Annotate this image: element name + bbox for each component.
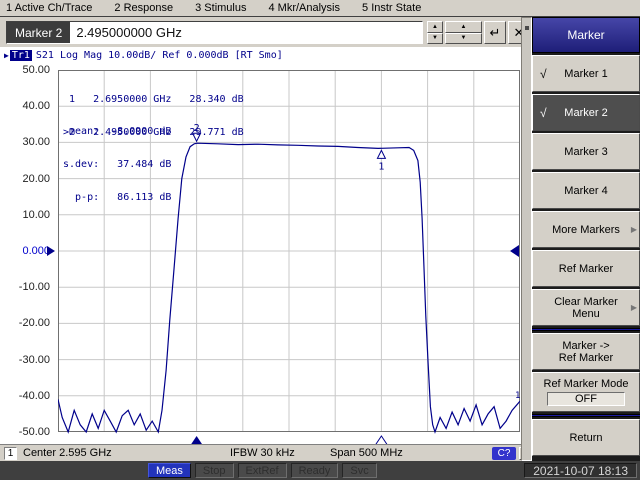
y-axis-tick-label: 0.000 [2, 245, 50, 257]
status-stop: Stop [195, 463, 234, 478]
softkey-clear-marker-menu[interactable]: Clear Marker Menu ▶ [532, 289, 640, 326]
softkey-more-markers[interactable]: More Markers ▶ [532, 211, 640, 248]
spin-up-large-icon[interactable]: ▲ [445, 21, 482, 33]
softkey-marker-3[interactable]: Marker 3 [532, 133, 640, 170]
softkey-label-2: Menu [572, 308, 600, 320]
y-axis-labels: 50.00 40.00 30.00 20.00 10.00 0.000 -10.00 -20.… [0, 47, 54, 444]
marker-glyph-icon [377, 150, 385, 158]
status-extref: ExtRef [238, 463, 287, 478]
stat-mean: mean: -8.0900 dB [63, 126, 171, 137]
marker-frequency-input[interactable]: 2.495000000 GHz [70, 22, 422, 43]
trace-end-number: 1 [515, 391, 520, 401]
marker-number-label: 1 [378, 161, 384, 172]
status-meas: Meas [148, 463, 191, 478]
entry-toolbar: Marker 2 2.495000000 GHz ▲ ▼ ▲ ▼ ↵ ✕ [0, 18, 532, 47]
stat-sdev: s.dev: 37.484 dB [63, 159, 171, 170]
softkey-ref-marker-mode[interactable]: Ref Marker Mode OFF [532, 372, 640, 412]
softkey-marker-to-ref-marker[interactable]: Marker -> Ref Marker [532, 333, 640, 370]
instrument-status-bar: Meas Stop ExtRef Ready Svc 2021-10-07 18… [0, 461, 640, 480]
softkey-return[interactable]: Return [532, 419, 640, 456]
softkey-label-2: Ref Marker [559, 352, 613, 364]
softkey-label: Marker -> [562, 340, 609, 352]
y-axis-tick-label: 30.00 [2, 136, 50, 148]
submenu-arrow-icon: ▶ [631, 302, 637, 314]
softkey-menu-title: Marker [532, 17, 640, 53]
menubar: 1 Active Ch/Trace 2 Response 3 Stimulus … [0, 0, 640, 17]
softkey-label: Marker 4 [564, 185, 607, 197]
ref-level-arrow-right-icon [510, 245, 519, 257]
y-axis-tick-label: 20.00 [2, 173, 50, 185]
softkey-marker-1[interactable]: √ Marker 1 [532, 55, 640, 92]
menu-instr-state[interactable]: 5 Instr State [362, 2, 421, 14]
y-axis-tick-label: 50.00 [2, 64, 50, 76]
status-ready: Ready [291, 463, 339, 478]
softkey-label: More Markers [552, 224, 620, 236]
spin-down-small-icon[interactable]: ▼ [427, 33, 443, 45]
y-axis-tick-label: -30.00 [2, 354, 50, 366]
marker-entry-field: Marker 2 2.495000000 GHz [6, 21, 423, 44]
softkey-marker-4[interactable]: Marker 4 [532, 172, 640, 209]
trace-format-text: S21 Log Mag 10.00dB/ Ref 0.000dB [RT Smo… [36, 50, 283, 61]
ifbw-label: IFBW 30 kHz [230, 447, 295, 459]
graticule-area: ▶Tr1S21 Log Mag 10.00dB/ Ref 0.000dB [RT… [0, 47, 521, 444]
softkey-label: Marker 1 [564, 68, 607, 80]
status-svc: Svc [342, 463, 376, 478]
fine-spinner: ▲ ▼ [427, 21, 443, 44]
softkey-scrollbar[interactable] [521, 17, 532, 461]
span-label: Span 500 MHz [330, 447, 403, 459]
y-axis-tick-label: 40.00 [2, 100, 50, 112]
datetime-display: 2021-10-07 18:13 [524, 463, 637, 478]
center-frequency-label: Center 2.595 GHz [23, 447, 112, 459]
softkey-label: Ref Marker Mode [544, 378, 629, 390]
softkey-label: Marker 3 [564, 146, 607, 158]
trace-statistics: mean: -8.0900 dB s.dev: 37.484 dB p-p: 8… [63, 104, 171, 225]
correction-badge: C? [492, 447, 516, 460]
softkey-label: Marker 2 [564, 107, 607, 119]
entry-controls: ▲ ▼ ▲ ▼ ↵ ✕ [427, 21, 530, 44]
spin-down-large-icon[interactable]: ▼ [445, 33, 482, 45]
submenu-arrow-icon: ▶ [631, 224, 637, 236]
softkey-sidebar: Marker √ Marker 1 √ Marker 2 Marker 3 Ma… [521, 17, 640, 461]
y-axis-tick-label: -10.00 [2, 281, 50, 293]
menu-active-ch-trace[interactable]: 1 Active Ch/Trace [6, 2, 92, 14]
softkey-separator [532, 328, 640, 331]
y-axis-tick-label: 10.00 [2, 209, 50, 221]
softkey-label: Clear Marker [554, 296, 618, 308]
check-icon: √ [540, 107, 547, 119]
sidebar-filler [532, 456, 640, 461]
stat-pp: p-p: 86.113 dB [63, 192, 171, 203]
softkey-ref-marker[interactable]: Ref Marker [532, 250, 640, 287]
softkey-label: Return [569, 432, 602, 444]
y-axis-tick-label: -50.00 [2, 426, 50, 438]
vna-screen: 1 Active Ch/Trace 2 Response 3 Stimulus … [0, 0, 640, 480]
coarse-spinner: ▲ ▼ [445, 21, 482, 44]
menu-mkr-analysis[interactable]: 4 Mkr/Analysis [268, 2, 340, 14]
softkey-label: Ref Marker [559, 263, 613, 275]
y-axis-tick-label: -20.00 [2, 317, 50, 329]
menu-response[interactable]: 2 Response [114, 2, 173, 14]
channel-status-bar: 1 Center 2.595 GHz IFBW 30 kHz Span 500 … [0, 444, 532, 461]
ref-level-arrow-icon [47, 246, 55, 256]
spin-up-small-icon[interactable]: ▲ [427, 21, 443, 33]
y-axis-tick-label: -40.00 [2, 390, 50, 402]
entry-label: Marker 2 [7, 22, 70, 43]
check-icon: √ [540, 68, 547, 80]
ref-marker-mode-state: OFF [547, 392, 625, 406]
softkey-separator [532, 414, 640, 417]
channel-number-box: 1 [4, 447, 17, 460]
menu-stimulus[interactable]: 3 Stimulus [195, 2, 246, 14]
softkey-marker-2[interactable]: √ Marker 2 [532, 94, 640, 131]
enter-button[interactable]: ↵ [484, 21, 506, 44]
